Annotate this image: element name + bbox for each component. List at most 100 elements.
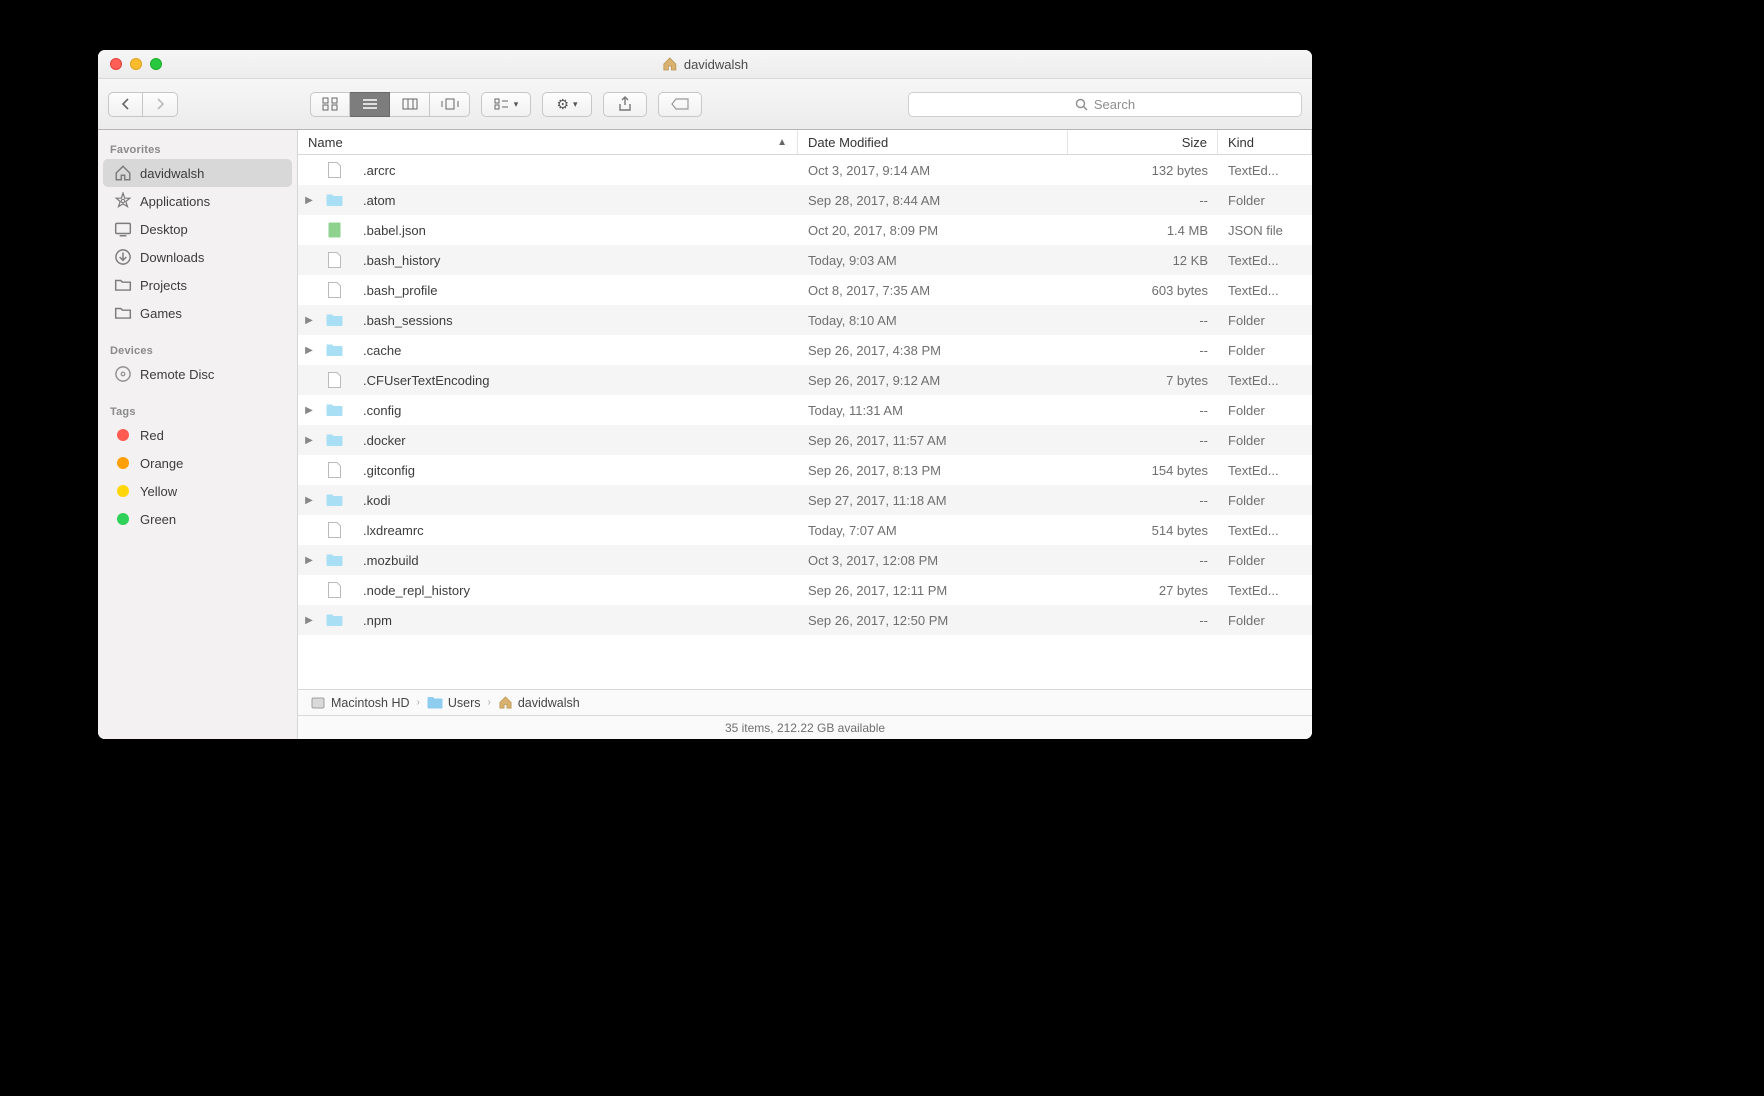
disclosure-triangle[interactable]: ▶	[298, 345, 320, 356]
file-name: .atom	[363, 193, 396, 208]
folder-icon	[326, 192, 343, 209]
file-date: Sep 26, 2017, 9:12 AM	[798, 373, 1068, 388]
sidebar-item-desktop[interactable]: Desktop	[98, 215, 297, 243]
file-date: Oct 8, 2017, 7:35 AM	[798, 283, 1068, 298]
file-size: 514 bytes	[1068, 523, 1218, 538]
search-icon	[1075, 98, 1088, 111]
sidebar-item-red[interactable]: Red	[98, 421, 297, 449]
file-name: .bash_sessions	[363, 313, 453, 328]
folder-icon	[114, 304, 132, 322]
toolbar: ▾ ⚙▾ Search	[98, 79, 1312, 130]
file-row[interactable]: .gitconfigSep 26, 2017, 8:13 PM154 bytes…	[298, 455, 1312, 485]
search-field[interactable]: Search	[908, 92, 1302, 117]
file-size: 12 KB	[1068, 253, 1218, 268]
file-kind: Folder	[1218, 613, 1312, 628]
file-row[interactable]: ▶.cacheSep 26, 2017, 4:38 PM--Folder	[298, 335, 1312, 365]
zoom-button[interactable]	[150, 58, 162, 70]
file-date: Sep 26, 2017, 12:50 PM	[798, 613, 1068, 628]
arrange-button[interactable]: ▾	[481, 92, 531, 117]
sidebar-item-yellow[interactable]: Yellow	[98, 477, 297, 505]
tags-button[interactable]	[658, 92, 702, 117]
file-row[interactable]: ▶.npmSep 26, 2017, 12:50 PM--Folder	[298, 605, 1312, 635]
folder-icon	[326, 402, 343, 419]
close-button[interactable]	[110, 58, 122, 70]
file-size: --	[1068, 193, 1218, 208]
disclosure-triangle[interactable]: ▶	[298, 555, 320, 566]
file-name: .mozbuild	[363, 553, 419, 568]
disclosure-triangle[interactable]: ▶	[298, 615, 320, 626]
col-date[interactable]: Date Modified	[798, 130, 1068, 154]
file-icon	[326, 372, 343, 389]
file-row[interactable]: ▶.atomSep 28, 2017, 8:44 AM--Folder	[298, 185, 1312, 215]
file-row[interactable]: .bash_historyToday, 9:03 AM12 KBTextEd..…	[298, 245, 1312, 275]
tag-icon	[114, 426, 132, 444]
col-size[interactable]: Size	[1068, 130, 1218, 154]
file-date: Today, 11:31 AM	[798, 403, 1068, 418]
file-name: .bash_history	[363, 253, 440, 268]
disclosure-triangle[interactable]: ▶	[298, 195, 320, 206]
file-row[interactable]: ▶.kodiSep 27, 2017, 11:18 AM--Folder	[298, 485, 1312, 515]
back-button[interactable]	[108, 92, 143, 117]
disclosure-triangle[interactable]: ▶	[298, 315, 320, 326]
view-icons-button[interactable]	[310, 92, 350, 117]
file-date: Today, 7:07 AM	[798, 523, 1068, 538]
col-name[interactable]: Name▲	[298, 130, 798, 154]
file-row[interactable]: ▶.mozbuildOct 3, 2017, 12:08 PM--Folder	[298, 545, 1312, 575]
file-row[interactable]: ▶.bash_sessionsToday, 8:10 AM--Folder	[298, 305, 1312, 335]
file-size: 603 bytes	[1068, 283, 1218, 298]
view-columns-button[interactable]	[390, 92, 430, 117]
sidebar-item-remote-disc[interactable]: Remote Disc	[98, 360, 297, 388]
file-name: .node_repl_history	[363, 583, 470, 598]
file-size: --	[1068, 493, 1218, 508]
path-segment[interactable]: Macintosh HD	[310, 695, 410, 711]
sidebar-item-downloads[interactable]: Downloads	[98, 243, 297, 271]
disclosure-triangle[interactable]: ▶	[298, 435, 320, 446]
disclosure-triangle[interactable]: ▶	[298, 405, 320, 416]
share-button[interactable]	[603, 92, 647, 117]
minimize-button[interactable]	[130, 58, 142, 70]
path-label: Macintosh HD	[331, 696, 410, 710]
file-name: .config	[363, 403, 401, 418]
file-row[interactable]: .node_repl_historySep 26, 2017, 12:11 PM…	[298, 575, 1312, 605]
forward-button[interactable]	[143, 92, 178, 117]
file-row[interactable]: .lxdreamrcToday, 7:07 AM514 bytesTextEd.…	[298, 515, 1312, 545]
sidebar-item-applications[interactable]: Applications	[98, 187, 297, 215]
sidebar-item-label: Yellow	[140, 484, 177, 499]
action-button[interactable]: ⚙▾	[542, 92, 592, 117]
file-kind: Folder	[1218, 313, 1312, 328]
traffic-lights	[98, 58, 162, 70]
file-icon	[326, 282, 343, 299]
file-size: --	[1068, 313, 1218, 328]
file-row[interactable]: .arcrcOct 3, 2017, 9:14 AM132 bytesTextE…	[298, 155, 1312, 185]
file-size: --	[1068, 553, 1218, 568]
file-row[interactable]: .CFUserTextEncodingSep 26, 2017, 9:12 AM…	[298, 365, 1312, 395]
file-row[interactable]: ▶.dockerSep 26, 2017, 11:57 AM--Folder	[298, 425, 1312, 455]
file-kind: Folder	[1218, 553, 1312, 568]
file-kind: TextEd...	[1218, 463, 1312, 478]
file-size: 27 bytes	[1068, 583, 1218, 598]
file-size: --	[1068, 433, 1218, 448]
sidebar-item-orange[interactable]: Orange	[98, 449, 297, 477]
home-icon	[114, 164, 132, 182]
sidebar-item-green[interactable]: Green	[98, 505, 297, 533]
file-row[interactable]: ▶.configToday, 11:31 AM--Folder	[298, 395, 1312, 425]
file-kind: TextEd...	[1218, 373, 1312, 388]
col-kind[interactable]: Kind	[1218, 130, 1312, 154]
view-coverflow-button[interactable]	[430, 92, 470, 117]
sidebar-item-projects[interactable]: Projects	[98, 271, 297, 299]
path-segment[interactable]: Users	[427, 696, 481, 710]
sidebar-item-games[interactable]: Games	[98, 299, 297, 327]
folder-icon	[427, 696, 443, 709]
sidebar-section-header: Favorites	[98, 140, 297, 159]
disclosure-triangle[interactable]: ▶	[298, 495, 320, 506]
sidebar-item-davidwalsh[interactable]: davidwalsh	[103, 159, 292, 187]
file-name: .babel.json	[363, 223, 426, 238]
view-buttons	[310, 92, 470, 117]
file-row[interactable]: .bash_profileOct 8, 2017, 7:35 AM603 byt…	[298, 275, 1312, 305]
tag-icon	[114, 510, 132, 528]
path-segment[interactable]: davidwalsh	[498, 695, 580, 710]
file-row[interactable]: .babel.jsonOct 20, 2017, 8:09 PM1.4 MBJS…	[298, 215, 1312, 245]
view-list-button[interactable]	[350, 92, 390, 117]
sidebar-item-label: davidwalsh	[140, 166, 204, 181]
file-rows[interactable]: .arcrcOct 3, 2017, 9:14 AM132 bytesTextE…	[298, 155, 1312, 689]
